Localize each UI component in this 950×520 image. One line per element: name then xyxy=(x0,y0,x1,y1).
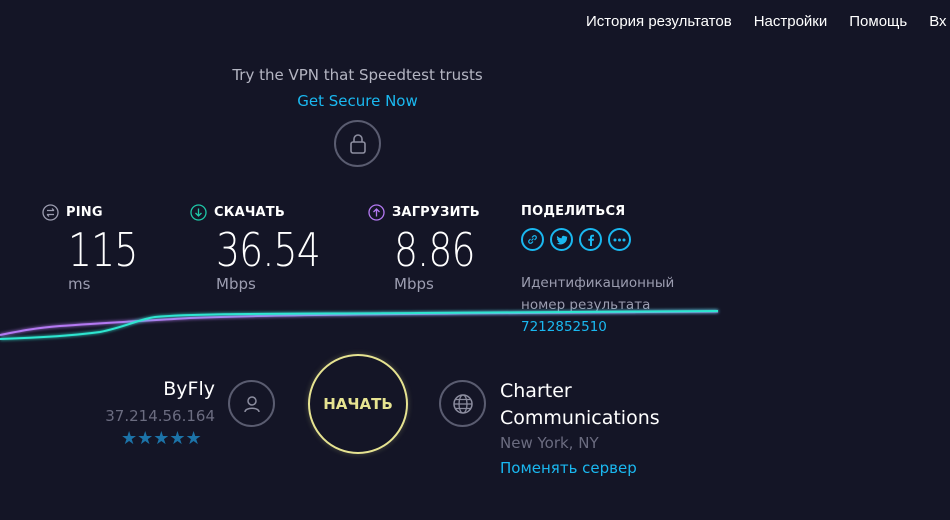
more-icon[interactable] xyxy=(608,228,631,251)
ping-label: PING xyxy=(66,205,103,220)
download-arrow-icon xyxy=(190,204,207,221)
twitter-icon[interactable] xyxy=(550,228,573,251)
upload-label: ЗАГРУЗИТЬ xyxy=(392,205,480,220)
ping-unit: ms xyxy=(68,275,91,293)
download-unit: Mbps xyxy=(216,275,256,293)
share-section: ПОДЕЛИТЬСЯ xyxy=(521,204,631,251)
upload-unit: Mbps xyxy=(394,275,434,293)
ping-icon xyxy=(42,204,59,221)
upload-value: 8.86 xyxy=(394,223,476,277)
download-value: 36.54 xyxy=(216,223,321,277)
user-icon[interactable] xyxy=(228,380,275,427)
vpn-promo-text: Try the VPN that Speedtest trusts xyxy=(232,66,483,84)
isp-rating-stars[interactable]: ★★★★★ xyxy=(121,428,202,449)
upload-arrow-icon xyxy=(368,204,385,221)
change-server-link[interactable]: Поменять сервер xyxy=(500,459,637,477)
nav-login[interactable]: Вх xyxy=(929,13,946,30)
isp-ip: 37.214.56.164 xyxy=(105,407,215,425)
top-nav: История результатов Настройки Помощь Вх xyxy=(586,13,947,30)
download-metric: СКАЧАТЬ 36.54 Mbps xyxy=(190,204,343,293)
nav-help[interactable]: Помощь xyxy=(849,13,907,30)
facebook-icon[interactable] xyxy=(579,228,602,251)
ping-metric: PING 115 ms xyxy=(42,204,153,293)
isp-name: ByFly xyxy=(163,378,215,400)
lock-icon[interactable] xyxy=(334,120,381,167)
get-secure-link[interactable]: Get Secure Now xyxy=(297,92,418,110)
server-location: New York, NY xyxy=(500,434,599,452)
server-name-line-2: Communications xyxy=(500,407,660,429)
share-label: ПОДЕЛИТЬСЯ xyxy=(521,204,626,219)
nav-settings[interactable]: Настройки xyxy=(754,13,828,30)
link-icon[interactable] xyxy=(521,228,544,251)
upload-graph-line xyxy=(0,310,719,336)
start-button[interactable]: НАЧАТЬ xyxy=(308,354,408,454)
server-name: Charter Communications xyxy=(500,378,660,432)
speed-graph xyxy=(0,310,719,340)
upload-metric: ЗАГРУЗИТЬ 8.86 Mbps xyxy=(368,204,492,293)
ping-value: 115 xyxy=(68,223,138,277)
vpn-promo-container: Get Secure Now xyxy=(0,92,715,110)
nav-history[interactable]: История результатов xyxy=(586,13,732,30)
result-id-label-1: Идентификационный xyxy=(521,275,675,291)
download-label: СКАЧАТЬ xyxy=(214,205,285,220)
server-name-line-1: Charter xyxy=(500,380,572,402)
globe-icon[interactable] xyxy=(439,380,486,427)
